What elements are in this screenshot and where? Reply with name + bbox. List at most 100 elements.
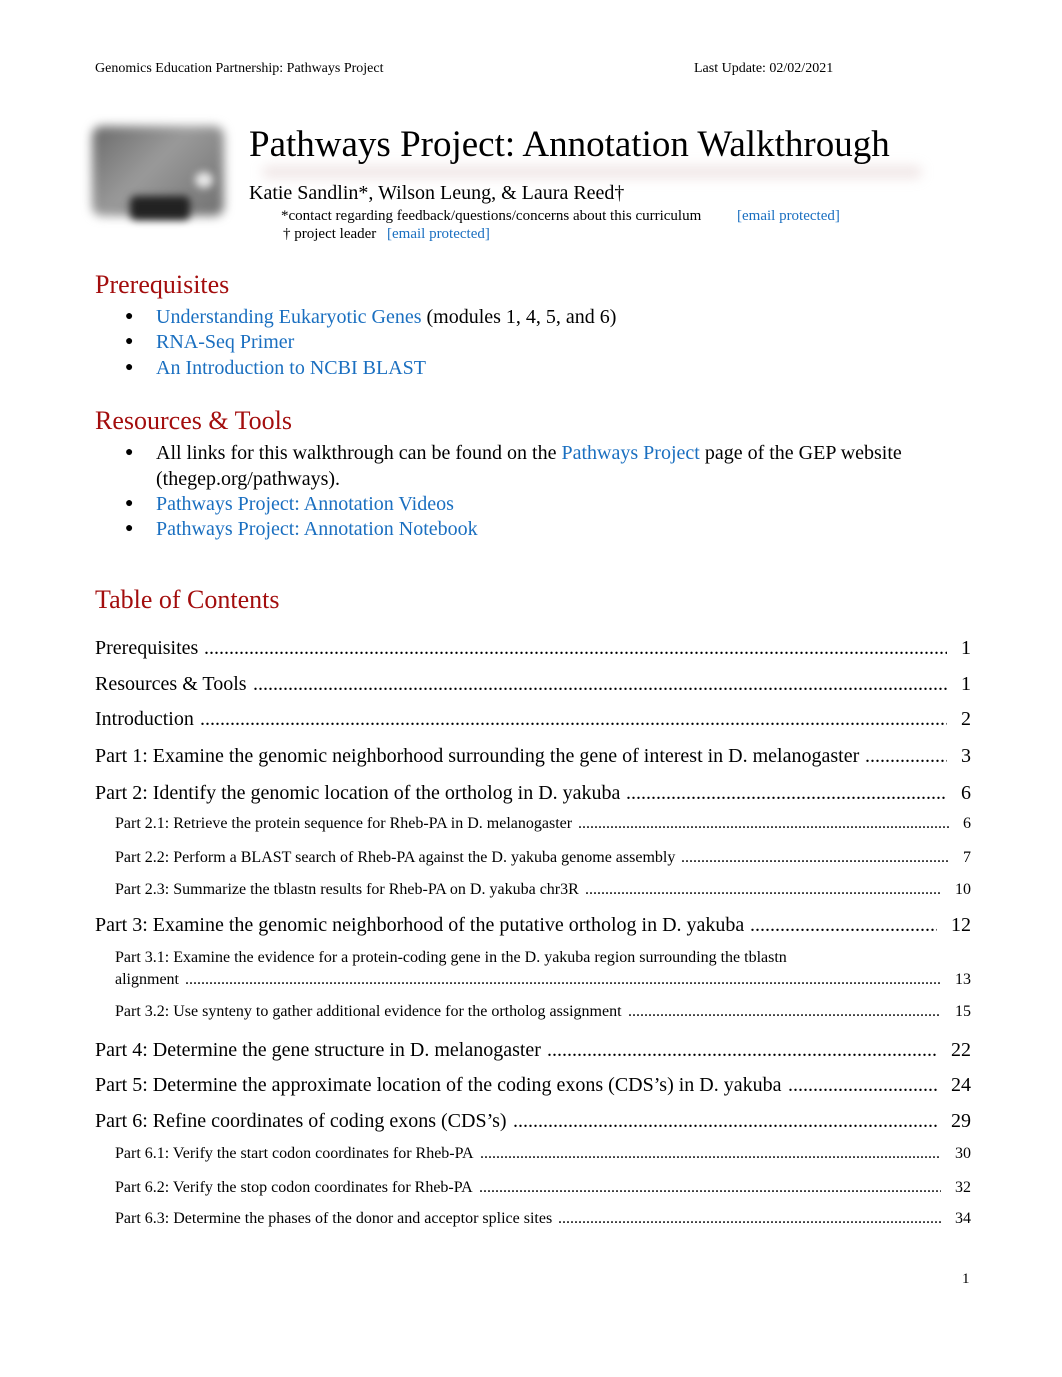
toc-leader-dots: ........................................…	[585, 881, 941, 898]
resource-link-annotation-notebook[interactable]: Pathways Project: Annotation Notebook	[156, 518, 478, 540]
toc-entry-title[interactable]: Part 4: Determine the gene structure in …	[95, 1039, 541, 1062]
toc-entry[interactable]: Part 3.1: Examine the evidence for a pro…	[115, 949, 971, 997]
toc-leader-dots: ........................................…	[253, 673, 947, 695]
toc-entry-page: 15	[955, 1003, 971, 1020]
toc-leader-dots: ........................................…	[626, 782, 947, 804]
toc-entry-page: 13	[955, 971, 971, 988]
toc-entry-page: 24	[951, 1074, 971, 1096]
bullet-icon: ●	[125, 309, 134, 324]
toc-entry[interactable]: Part 2: Identify the genomic location of…	[95, 782, 971, 808]
toc-entry[interactable]: Part 2.3: Summarize the tblastn results …	[115, 881, 971, 907]
toc-entry-page: 10	[955, 881, 971, 898]
resource-continuation: (thegep.org/pathways).	[156, 468, 341, 490]
toc-entry-page: 6	[961, 782, 971, 804]
toc-leader-dots: ........................................…	[628, 1003, 941, 1020]
prereq-suffix: (modules 1, 4, 5, and 6)	[421, 306, 617, 328]
prereq-link-ncbi-blast[interactable]: An Introduction to NCBI BLAST	[156, 357, 426, 379]
toc-entry-page: 34	[955, 1210, 971, 1227]
toc-entry-page: 6	[963, 815, 971, 832]
toc-entry[interactable]: Part 2.2: Perform a BLAST search of Rheb…	[115, 849, 971, 875]
toc-entry-page: 12	[951, 914, 971, 936]
leader-note: † project leader	[283, 226, 377, 242]
toc-entry[interactable]: Part 3: Examine the genomic neighborhood…	[95, 914, 971, 940]
toc-entry-title[interactable]: Part 2: Identify the genomic location of…	[95, 782, 620, 805]
resource-link-pathways-project[interactable]: Pathways Project	[562, 442, 700, 464]
resource-link-annotation-videos[interactable]: Pathways Project: Annotation Videos	[156, 493, 454, 515]
prereq-link-rnaseq-primer[interactable]: RNA-Seq Primer	[156, 331, 294, 353]
bullet-icon: ●	[125, 521, 134, 536]
resource-item: ● Pathways Project: Annotation Notebook	[125, 518, 478, 541]
toc-leader-dots: ........................................…	[578, 815, 949, 832]
bullet-icon: ●	[125, 445, 134, 460]
document-title: Pathways Project: Annotation Walkthrough	[249, 124, 890, 165]
toc-entry-title[interactable]: Part 6.2: Verify the stop codon coordina…	[115, 1179, 473, 1197]
toc-entry-title[interactable]: Resources & Tools	[95, 673, 247, 696]
toc-leader-dots: ........................................…	[558, 1210, 941, 1227]
toc-entry-title[interactable]: Part 3: Examine the genomic neighborhood…	[95, 914, 744, 937]
toc-entry-title[interactable]: Part 2.2: Perform a BLAST search of Rheb…	[115, 849, 675, 867]
toc-entry-title[interactable]: Part 6.1: Verify the start codon coordin…	[115, 1145, 474, 1163]
resource-item: ● Pathways Project: Annotation Videos	[125, 493, 454, 516]
contact-note: *contact regarding feedback/questions/co…	[281, 208, 702, 224]
prereq-item: ● RNA-Seq Primer	[125, 331, 294, 354]
toc-entry-page: 3	[961, 745, 971, 767]
toc-entry-page: 1	[961, 673, 971, 695]
contact-email-link[interactable]: [email protected]	[737, 208, 840, 225]
toc-leader-dots: ........................................…	[480, 1145, 941, 1162]
toc-entry[interactable]: Part 5: Determine the approximate locati…	[95, 1074, 971, 1100]
toc-entry-title[interactable]: Part 6: Refine coordinates of coding exo…	[95, 1110, 507, 1133]
toc-entry[interactable]: Part 1: Examine the genomic neighborhood…	[95, 745, 971, 771]
toc-entry-title[interactable]: Part 2.1: Retrieve the protein sequence …	[115, 815, 572, 833]
resource-suffix: page of the GEP website	[699, 442, 902, 464]
resource-prefix: All links for this walkthrough can be fo…	[156, 442, 562, 464]
toc-entry[interactable]: Part 6.2: Verify the stop codon coordina…	[115, 1179, 971, 1205]
toc-leader-dots: ........................................…	[200, 708, 947, 730]
toc-entry-title[interactable]: Part 5: Determine the approximate locati…	[95, 1074, 782, 1097]
toc-entry-title[interactable]: Part 3.1: Examine the evidence for a pro…	[115, 949, 787, 967]
toc-entry[interactable]: Part 6.3: Determine the phases of the do…	[115, 1210, 971, 1236]
toc-entry-title[interactable]: Part 3.2: Use synteny to gather addition…	[115, 1003, 622, 1021]
toc-entry[interactable]: Part 4: Determine the gene structure in …	[95, 1039, 971, 1065]
resource-item: ● All links for this walkthrough can be f…	[125, 442, 902, 465]
prereq-link-eukaryotic-genes[interactable]: Understanding Eukaryotic Genes	[156, 306, 421, 328]
toc-entry-title[interactable]: Part 1: Examine the genomic neighborhood…	[95, 745, 859, 768]
leader-email-link[interactable]: [email protected]	[387, 226, 490, 243]
toc-leader-dots: ........................................…	[865, 745, 947, 767]
toc-entry-title-continuation[interactable]: alignment	[115, 971, 179, 989]
bullet-icon: ●	[125, 334, 134, 349]
toc-entry-title[interactable]: Part 2.3: Summarize the tblastn results …	[115, 881, 579, 899]
toc-entry-page: 30	[955, 1145, 971, 1162]
bullet-icon: ●	[125, 496, 134, 511]
toc-entry[interactable]: Introduction............................…	[95, 708, 971, 734]
toc-entry-page: 2	[961, 708, 971, 730]
logo-highlight	[195, 172, 213, 188]
toc-entry-title[interactable]: Introduction	[95, 708, 194, 731]
prerequisites-heading: Prerequisites	[95, 270, 230, 299]
toc-entry-title[interactable]: Part 6.3: Determine the phases of the do…	[115, 1210, 552, 1228]
toc-entry-title[interactable]: Prerequisites	[95, 637, 198, 660]
toc-entry[interactable]: Part 3.2: Use synteny to gather addition…	[115, 1003, 971, 1029]
logo-base	[130, 196, 190, 220]
toc-leader-dots: ........................................…	[547, 1039, 937, 1061]
prereq-item: ● Understanding Eukaryotic Genes (modules…	[125, 306, 616, 329]
page-number: 1	[962, 1271, 970, 1287]
toc-entry[interactable]: Part 6: Refine coordinates of coding exo…	[95, 1110, 971, 1136]
toc-entry[interactable]: Prerequisites...........................…	[95, 637, 971, 663]
resources-heading: Resources & Tools	[95, 406, 293, 435]
authors: Katie Sandlin*, Wilson Leung, & Laura Re…	[249, 182, 625, 204]
toc-entry-page: 22	[951, 1039, 971, 1061]
toc-leader-dots: ........................................…	[750, 914, 937, 936]
toc-entry-page: 32	[955, 1179, 971, 1196]
toc-entry[interactable]: Resources & Tools.......................…	[95, 673, 971, 699]
header-left-title: Genomics Education Partnership: Pathways…	[95, 61, 384, 76]
toc-leader-dots: ........................................…	[513, 1110, 937, 1132]
toc-entry-page: 29	[951, 1110, 971, 1132]
toc-entry[interactable]: Part 6.1: Verify the start codon coordin…	[115, 1145, 971, 1171]
toc-entry-page: 7	[963, 849, 971, 866]
toc-leader-dots: ........................................…	[788, 1074, 937, 1096]
toc-leader-dots: ........................................…	[681, 849, 949, 866]
bullet-icon: ●	[125, 360, 134, 375]
toc-entry[interactable]: Part 2.1: Retrieve the protein sequence …	[115, 815, 971, 841]
toc-entry-page: 1	[961, 637, 971, 659]
header-last-update: Last Update: 02/02/2021	[694, 61, 834, 76]
